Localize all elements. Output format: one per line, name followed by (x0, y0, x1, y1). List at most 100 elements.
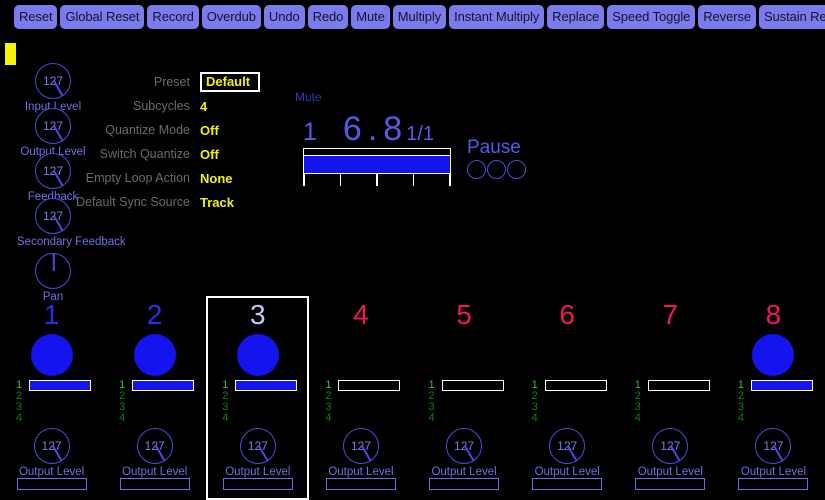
setting-row: Preset Default (60, 70, 280, 94)
knob-label-track-1-output-level: Output Level (18, 466, 85, 478)
loop-row: 4 (119, 413, 218, 424)
pause-led[interactable] (487, 160, 506, 179)
mute-button[interactable]: Mute (351, 4, 390, 29)
track-strip-8[interactable]: 8 1234 127 Output Level (722, 296, 825, 500)
knob-track-5-output-level: 127 Output Level (415, 428, 514, 478)
speed-toggle-button[interactable]: Speed Toggle (607, 4, 696, 29)
knob-track-4-output-level: 127 Output Level (311, 428, 410, 478)
loop-row: 1 (222, 380, 321, 391)
settings-panel: Preset Default Subcycles 4 Quantize Mode Off S… (60, 70, 280, 214)
track-meter-2[interactable] (119, 478, 190, 490)
knob-dial-track-5-output-level[interactable]: 127 (446, 428, 483, 464)
knob-dial-track-8-output-level[interactable]: 127 (755, 428, 792, 464)
track-strip-5[interactable]: 51234127Output Level (413, 296, 516, 500)
loop-index-label: 4 (428, 412, 435, 424)
knob-dial-track-6-output-level[interactable]: 127 (549, 428, 586, 464)
track-strip-4[interactable]: 41234127Output Level (309, 296, 412, 500)
track-number-4: 4 (353, 299, 369, 330)
loop-level-bar[interactable] (29, 380, 91, 391)
track-strip-3[interactable]: 31234127Output Level (206, 296, 310, 500)
sustain-reverse-button[interactable]: Sustain Reverse (758, 4, 825, 29)
instant-multiply-button[interactable]: Instant Multiply (449, 4, 545, 29)
multiply-button[interactable]: Multiply (392, 4, 447, 29)
loop-row: 1 (16, 380, 115, 391)
knob-label-track-4-output-level: Output Level (328, 466, 394, 478)
loop-row: 3 (635, 402, 734, 413)
subcycle-tick (449, 174, 451, 186)
track-meter-5[interactable] (429, 478, 500, 490)
reset-button[interactable]: Reset (14, 4, 58, 29)
track-meter-7[interactable] (635, 478, 706, 490)
loop-row: 4 (429, 413, 528, 424)
loop-row: 4 (635, 413, 734, 424)
mute-status-label: Mute (295, 90, 322, 104)
loop-level-bar[interactable] (647, 380, 710, 391)
setting-value-subcycles[interactable]: 4 (200, 99, 207, 114)
track-strip-1[interactable]: 1 1 2 3 4 127 Output Level (0, 296, 103, 500)
knob-label-track-6-output-level: Output Level (534, 466, 600, 478)
position-bar-fill (304, 156, 450, 173)
loop-index-label: 4 (325, 412, 332, 424)
replace-button[interactable]: Replace (547, 4, 605, 29)
track-strip-6[interactable]: 61234127Output Level (516, 296, 619, 500)
redo-button[interactable]: Redo (307, 4, 349, 29)
knob-track-3-output-level: 127 Output Level (208, 428, 307, 478)
knob-dial-track-1-output-level[interactable]: 127 (33, 428, 70, 464)
track-waveform-blob-1 (30, 334, 73, 376)
loop-level-bar[interactable] (132, 380, 195, 391)
setting-row: Quantize Mode Off (60, 118, 280, 142)
knob-dial-global-pan[interactable] (35, 253, 71, 289)
knob-label-track-3-output-level: Output Level (225, 466, 291, 478)
loop-number-readout: 1 (303, 118, 317, 146)
track-meter-6[interactable] (532, 478, 603, 490)
loop-level-bar[interactable] (235, 380, 298, 391)
overdub-button[interactable]: Overdub (201, 4, 261, 29)
loop-row: 3 (325, 402, 424, 413)
global-reset-button[interactable]: Global Reset (60, 4, 145, 29)
loop-index-label: 4 (531, 412, 538, 424)
setting-value-default-sync-source[interactable]: Track (200, 195, 234, 210)
subcycle-tick (303, 174, 305, 186)
knob-dial-track-3-output-level[interactable]: 127 (239, 428, 276, 464)
track-strip-2[interactable]: 2 1 2 3 4 127 Output Level (103, 296, 206, 500)
loop-indicator-marker (5, 43, 16, 65)
track-meter-3[interactable] (222, 478, 293, 490)
position-bar[interactable] (303, 155, 451, 174)
loop-level-bar[interactable] (338, 380, 401, 391)
track-meter-8[interactable] (738, 478, 809, 490)
track-meter-4[interactable] (325, 478, 396, 490)
track-number-5: 5 (456, 299, 472, 330)
loop-row: 1 (635, 380, 734, 391)
time-readout: 1 6 . 8 1/1 (303, 110, 434, 149)
reverse-button[interactable]: Reverse (698, 4, 756, 29)
knob-dial-track-2-output-level[interactable]: 127 (136, 428, 173, 464)
setting-value-switch-quantize[interactable]: Off (200, 147, 219, 162)
loop-level-bar[interactable] (750, 380, 813, 391)
knob-track-6-output-level: 127 Output Level (518, 428, 617, 478)
setting-value-empty-loop-action[interactable]: None (200, 171, 233, 186)
loop-index-label: 4 (737, 412, 744, 424)
record-button[interactable]: Record (147, 4, 199, 29)
track-meter-1[interactable] (16, 478, 87, 490)
knob-dial-track-7-output-level[interactable]: 127 (652, 428, 689, 464)
undo-button[interactable]: Undo (263, 4, 305, 29)
loop-level-bar[interactable] (544, 380, 607, 391)
track-loop-list-4: 1234 (325, 380, 424, 424)
pause-led[interactable] (467, 160, 486, 179)
subcycle-ticks (303, 174, 451, 186)
setting-value-quantize-mode[interactable]: Off (200, 123, 219, 138)
pause-led[interactable] (507, 160, 526, 179)
loop-row: 3 (532, 402, 631, 413)
loop-index-label: 4 (634, 412, 641, 424)
track-strip-7[interactable]: 71234127Output Level (619, 296, 722, 500)
loop-level-bar[interactable] (441, 380, 504, 391)
loop-row: 3 (738, 402, 825, 413)
knob-dial-track-4-output-level[interactable]: 127 (342, 428, 379, 464)
loop-row: 2 (16, 391, 115, 402)
setting-value-preset[interactable]: Default (200, 72, 260, 92)
track-number-7: 7 (662, 299, 679, 330)
cycle-ratio-readout: 1/1 (406, 123, 435, 145)
track-loop-list-1: 1234 (16, 380, 115, 424)
loop-range-bracket (303, 148, 451, 155)
pause-led-group (467, 160, 526, 179)
